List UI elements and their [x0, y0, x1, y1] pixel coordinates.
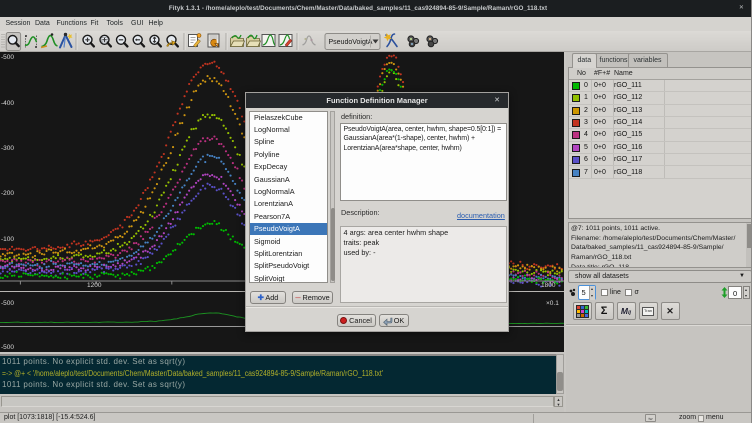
svg-text:PseudoVoigtA: PseudoVoigtA: [329, 39, 373, 46]
